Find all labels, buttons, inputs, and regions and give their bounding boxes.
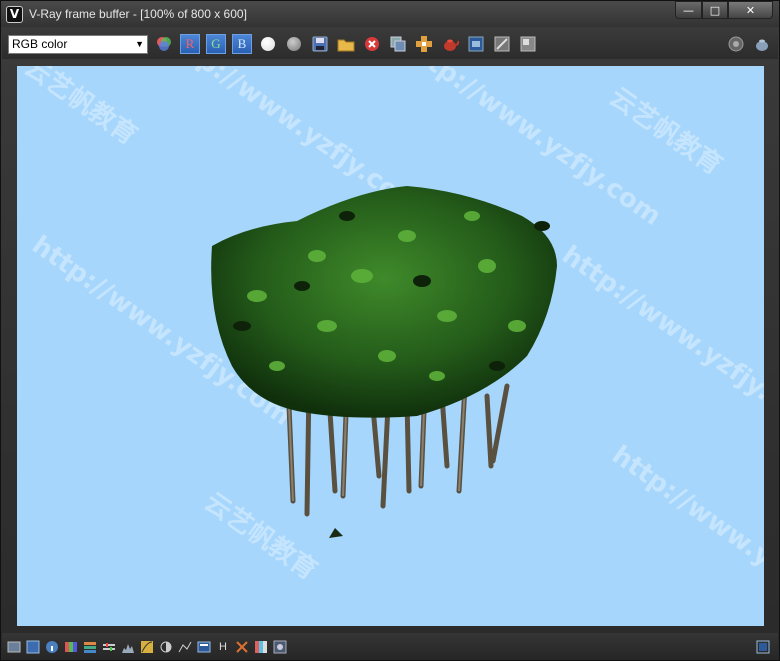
color-wheel-icon: [157, 37, 171, 51]
white-balance-icon: [178, 641, 192, 652]
contrast-button[interactable]: [254, 640, 268, 654]
render-viewport[interactable]: 云艺帆教育 http://www.yzfjy.com http://www.yz…: [17, 66, 764, 626]
color-bars-button[interactable]: [83, 640, 97, 654]
lens-effects-icon: [728, 36, 744, 52]
vray-icon[interactable]: V: [6, 5, 23, 23]
gray-circle-icon: [287, 37, 301, 51]
toolbar: RGB color ▼ R G B: [2, 29, 778, 59]
channels-icon: [65, 641, 77, 652]
open-folder-icon: [337, 39, 355, 52]
lens-effects-button[interactable]: [726, 34, 746, 54]
green-channel-button[interactable]: G: [206, 34, 226, 54]
channel-select[interactable]: RGB color ▼: [8, 34, 148, 54]
vfb-window: V V-Ray frame buffer - [100% of 800 x 60…: [0, 0, 780, 661]
maximize-button[interactable]: □: [702, 1, 728, 19]
green-channel-label: G: [206, 34, 226, 54]
settings-button[interactable]: [273, 640, 287, 654]
info-icon: [46, 640, 58, 653]
save-icon: [312, 36, 328, 52]
title-bar[interactable]: V V-Ray frame buffer - [100% of 800 x 60…: [1, 1, 779, 27]
color-bars-icon: [84, 641, 96, 653]
blue-channel-label: B: [232, 34, 252, 54]
channels-button[interactable]: [64, 640, 78, 654]
history-icon: [520, 36, 536, 52]
blue-channel-button[interactable]: B: [232, 34, 252, 54]
white-circle-icon: [261, 37, 275, 51]
exposure-button[interactable]: [159, 640, 173, 654]
panel-toggle-icon: [26, 640, 40, 653]
window-title: V-Ray frame buffer - [100% of 800 x 600]: [29, 7, 247, 21]
close-button[interactable]: ✕: [728, 1, 773, 19]
histogram-icon: [122, 643, 134, 653]
info-button[interactable]: [45, 640, 59, 654]
status-bar: H: [2, 633, 778, 660]
duplicate-icon: [390, 36, 406, 52]
render-button[interactable]: [440, 34, 460, 54]
region-render-icon: [494, 36, 510, 52]
close-icon: ✕: [745, 3, 756, 17]
curve-icon: [141, 640, 153, 653]
red-channel-button[interactable]: R: [180, 34, 200, 54]
clear-icon: [365, 37, 379, 51]
rendered-shrub-image: [211, 186, 557, 538]
exposure-icon: [160, 641, 172, 652]
white-balance-button[interactable]: [178, 640, 192, 654]
track-mouse-button[interactable]: [414, 34, 434, 54]
histogram-button[interactable]: [121, 640, 135, 654]
film-strip-icon: [468, 36, 484, 52]
contrast-icon: [255, 640, 267, 653]
display-correction-button[interactable]: [7, 640, 21, 654]
film-strip-button[interactable]: [466, 34, 486, 54]
channel-select-value: RGB color: [12, 37, 68, 51]
h-button[interactable]: H: [216, 640, 230, 654]
ocio-icon: [236, 640, 248, 653]
clear-button[interactable]: [362, 34, 382, 54]
track-mouse-icon: [416, 36, 432, 52]
levels-button[interactable]: [102, 640, 116, 654]
mono-button[interactable]: [284, 34, 304, 54]
red-channel-label: R: [180, 34, 200, 54]
chevron-down-icon: ▼: [135, 38, 144, 49]
lut-icon: [197, 641, 211, 652]
h-label: H: [219, 640, 227, 653]
levels-icon: [103, 642, 115, 651]
render-teapot-icon: [444, 39, 459, 51]
region-render-button[interactable]: [492, 34, 512, 54]
display-correction-icon: [7, 641, 21, 652]
minimize-button[interactable]: —: [675, 1, 702, 19]
alpha-white-button[interactable]: [258, 34, 278, 54]
maximize-icon: □: [709, 3, 721, 17]
curve-button[interactable]: [140, 640, 154, 654]
vfb-settings-icon: [756, 39, 768, 51]
panel-toggle-button[interactable]: [26, 640, 40, 654]
duplicate-button[interactable]: [388, 34, 408, 54]
save-button[interactable]: [310, 34, 330, 54]
color-wheel-button[interactable]: [154, 34, 174, 54]
vfb-settings-button[interactable]: [752, 34, 772, 54]
lut-button[interactable]: [197, 640, 211, 654]
history-button[interactable]: [518, 34, 538, 54]
expand-button[interactable]: [756, 640, 770, 654]
expand-icon: [756, 640, 770, 653]
open-button[interactable]: [336, 34, 356, 54]
settings-icon: [273, 640, 287, 653]
ocio-button[interactable]: [235, 640, 249, 654]
minimize-icon: —: [683, 3, 694, 17]
